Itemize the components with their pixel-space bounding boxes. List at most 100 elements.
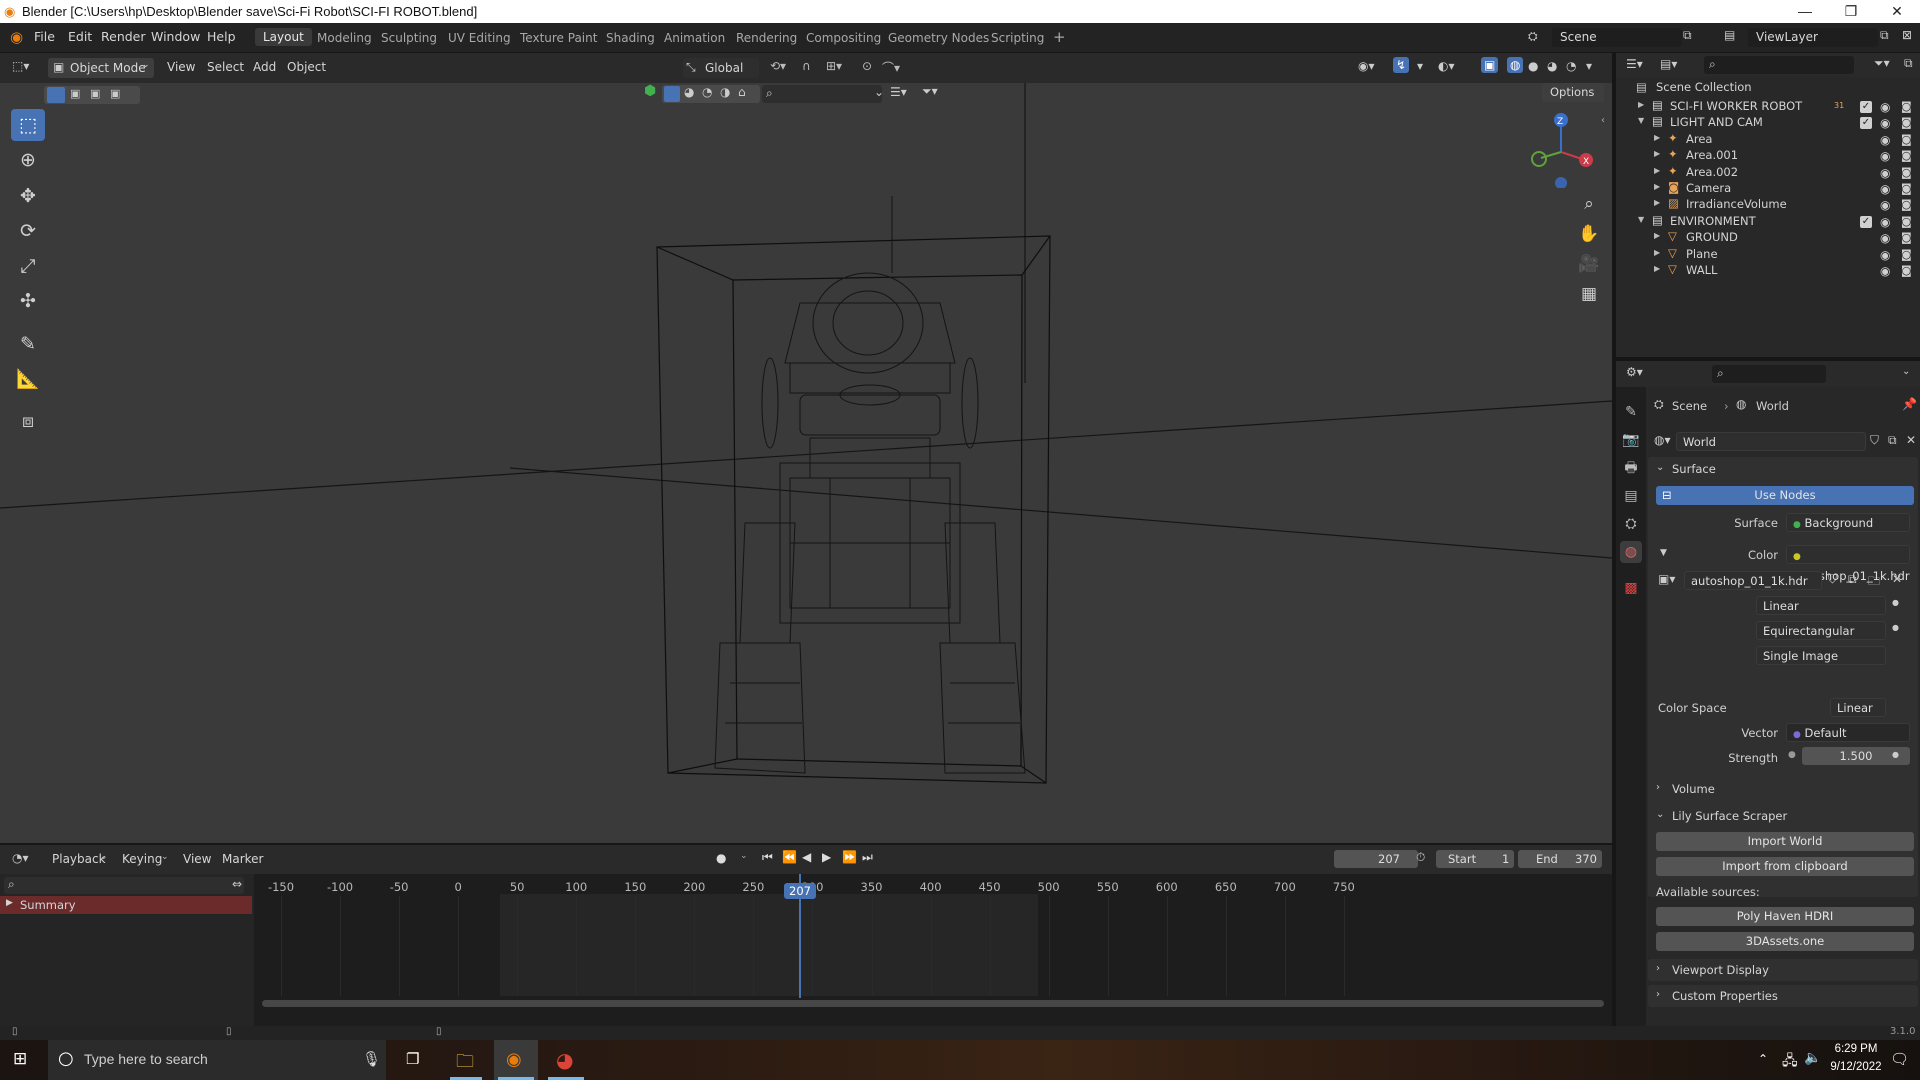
playhead-frame-label[interactable]: 207	[784, 883, 816, 899]
expand-arrow-icon[interactable]: ▶	[1654, 248, 1660, 257]
proportional-edit-icon[interactable]: ⊙	[862, 59, 872, 73]
tab-compositing[interactable]: Compositing	[806, 31, 881, 45]
timeline-editor-type-icon[interactable]: ◔▾	[12, 851, 29, 865]
microphone-icon[interactable]: 🎙	[362, 1050, 381, 1068]
solid-shading-icon[interactable]: ●	[1528, 59, 1538, 73]
overlay-icon[interactable]: ◐▾	[1438, 59, 1455, 73]
menu-help[interactable]: Help	[207, 29, 236, 44]
prev-keyframe-icon[interactable]: ⏪	[782, 850, 797, 864]
timeline-scrollbar[interactable]	[262, 1000, 1604, 1007]
menu-marker[interactable]: Marker	[222, 852, 263, 866]
view-layer-tab-icon[interactable]: ▤	[1620, 485, 1642, 507]
eye-icon[interactable]: ◉	[1880, 100, 1890, 114]
tool-tab-icon[interactable]: ✎	[1620, 401, 1642, 423]
taskbar-search[interactable]: ○ Type here to search 🎙	[48, 1040, 386, 1080]
ortho-grid-icon[interactable]: ▦	[1573, 279, 1605, 309]
sidebar-toggle-icon[interactable]: ‹	[1601, 115, 1605, 126]
tab-layout[interactable]: Layout	[255, 28, 312, 46]
material-shading-icon[interactable]: ◕	[1547, 59, 1557, 73]
outliner-row[interactable]: ▶ ▽ WALL ◉ ◙	[1616, 261, 1920, 281]
menu-add[interactable]: Add	[253, 60, 276, 74]
eye-icon[interactable]: ◉	[1880, 248, 1890, 262]
camera-view-icon[interactable]: 🎥	[1573, 249, 1605, 279]
play-reverse-icon[interactable]: ◀	[802, 850, 811, 864]
eye-icon[interactable]: ◉	[1880, 198, 1890, 212]
clock-time[interactable]: 6:29 PM	[1830, 1043, 1882, 1055]
remove-view-layer-icon[interactable]: ⊠	[1902, 28, 1912, 42]
menu-render[interactable]: Render	[101, 29, 146, 44]
menu-object[interactable]: Object	[287, 60, 326, 74]
pin-icon[interactable]: 📌	[1902, 397, 1917, 411]
menu-edit[interactable]: Edit	[68, 29, 92, 44]
eye-icon[interactable]: ◉	[1880, 231, 1890, 245]
expand-arrow-icon[interactable]: ▶	[1654, 182, 1660, 191]
task-view-icon[interactable]: ❐	[406, 1050, 419, 1068]
vector-input-field[interactable]: ● Default	[1786, 723, 1910, 742]
import-world-button[interactable]: Import World	[1656, 832, 1914, 851]
render-camera-icon[interactable]: ◙	[1901, 248, 1912, 261]
next-keyframe-icon[interactable]: ⏩	[842, 850, 857, 864]
expand-arrow-icon[interactable]: ▼	[1638, 116, 1644, 125]
outliner-search[interactable]: ⌕	[1704, 56, 1854, 74]
falloff-icon[interactable]: ⌒▾	[882, 59, 900, 76]
exclude-checkbox[interactable]: ✓	[1860, 101, 1872, 113]
open-image-icon[interactable]: 🗀	[1868, 572, 1880, 593]
tab-geometry-nodes[interactable]: Geometry Nodes	[888, 31, 989, 45]
world-datablock-field[interactable]: World	[1676, 432, 1866, 451]
xray-toggle-icon[interactable]: ▣	[1481, 57, 1499, 73]
tab-sculpting[interactable]: Sculpting	[381, 31, 437, 45]
blender-menu-icon[interactable]: ◉	[10, 28, 23, 46]
close-button[interactable]: ✕	[1874, 0, 1920, 23]
render-camera-icon[interactable]: ◙	[1901, 100, 1912, 113]
render-camera-icon[interactable]: ◙	[1901, 166, 1912, 179]
end-frame-field[interactable]: End 370	[1518, 850, 1602, 868]
gizmo-dropdown-icon[interactable]: ▾	[1417, 59, 1423, 73]
render-camera-icon[interactable]: ◙	[1901, 231, 1912, 244]
summary-channel[interactable]: ▶ Summary	[0, 896, 252, 914]
volume-panel-header[interactable]: Volume	[1672, 782, 1715, 796]
blender-taskbar-icon[interactable]: ◉	[494, 1040, 538, 1080]
menu-window[interactable]: Window	[151, 29, 200, 44]
outliner-filter-icon[interactable]: ⏷▾	[1874, 56, 1890, 71]
volume-icon[interactable]: 🔈	[1804, 1050, 1821, 1066]
volume-collapsed-icon[interactable]: ›	[1656, 782, 1660, 793]
colorspace-dropdown[interactable]: Linear	[1830, 698, 1886, 717]
exclude-checkbox[interactable]: ✓	[1860, 117, 1872, 130]
display-mode-icon[interactable]: ▤▾	[1660, 57, 1677, 71]
tab-scripting[interactable]: Scripting	[991, 31, 1044, 45]
projection-dropdown[interactable]: Equirectangular	[1756, 621, 1886, 640]
view-layer-selector[interactable]: ViewLayer	[1748, 28, 1878, 47]
chrome-taskbar-icon[interactable]: ◕	[544, 1040, 588, 1080]
eye-icon[interactable]: ◉	[1880, 116, 1890, 130]
expand-arrow-icon[interactable]: ▶	[1654, 149, 1660, 158]
file-explorer-icon[interactable]: 🗀	[446, 1040, 486, 1080]
maximize-button[interactable]: ❐	[1828, 0, 1874, 23]
eye-icon[interactable]: ◉	[1880, 215, 1890, 229]
expand-arrow-icon[interactable]: ▼	[1638, 215, 1644, 224]
swap-icon[interactable]: ⇔	[232, 877, 242, 891]
properties-options-icon[interactable]: ⌄	[1902, 366, 1910, 377]
pan-hand-icon[interactable]: ✋	[1573, 219, 1605, 249]
image-datablock-field[interactable]: autoshop_01_1k.hdr	[1684, 571, 1822, 590]
fake-user-icon[interactable]: ⛉	[1870, 433, 1879, 448]
timeline-area[interactable]: -150-100-5005010015020025030035040045050…	[256, 874, 1612, 1026]
expand-arrow-icon[interactable]: ▶	[1654, 198, 1660, 207]
menu-timeline-view[interactable]: View	[183, 852, 211, 866]
render-camera-icon[interactable]: ◙	[1901, 149, 1912, 162]
source-dropdown[interactable]: Single Image	[1756, 646, 1886, 665]
jump-start-icon[interactable]: ⏮	[762, 850, 773, 865]
menu-file[interactable]: File	[34, 29, 55, 44]
current-frame-field[interactable]: 207	[1334, 850, 1418, 868]
windows-start-icon[interactable]: ⊞	[13, 1049, 27, 1069]
menu-select[interactable]: Select	[207, 60, 244, 74]
tab-uv-editing[interactable]: UV Editing	[448, 31, 511, 45]
rendered-shading-icon[interactable]: ◔	[1566, 59, 1576, 73]
poly-haven-button[interactable]: Poly Haven HDRI	[1656, 907, 1914, 926]
eye-icon[interactable]: ◉	[1880, 149, 1890, 163]
eye-icon[interactable]: ◉	[1880, 182, 1890, 196]
properties-search[interactable]: ⌕	[1712, 365, 1826, 383]
channel-search[interactable]: ⌕	[4, 877, 244, 894]
tray-chevron-icon[interactable]: ⌃	[1758, 1052, 1768, 1066]
menu-playback[interactable]: Playback	[52, 852, 106, 866]
new-collection-icon[interactable]: ⧉	[1904, 56, 1913, 71]
